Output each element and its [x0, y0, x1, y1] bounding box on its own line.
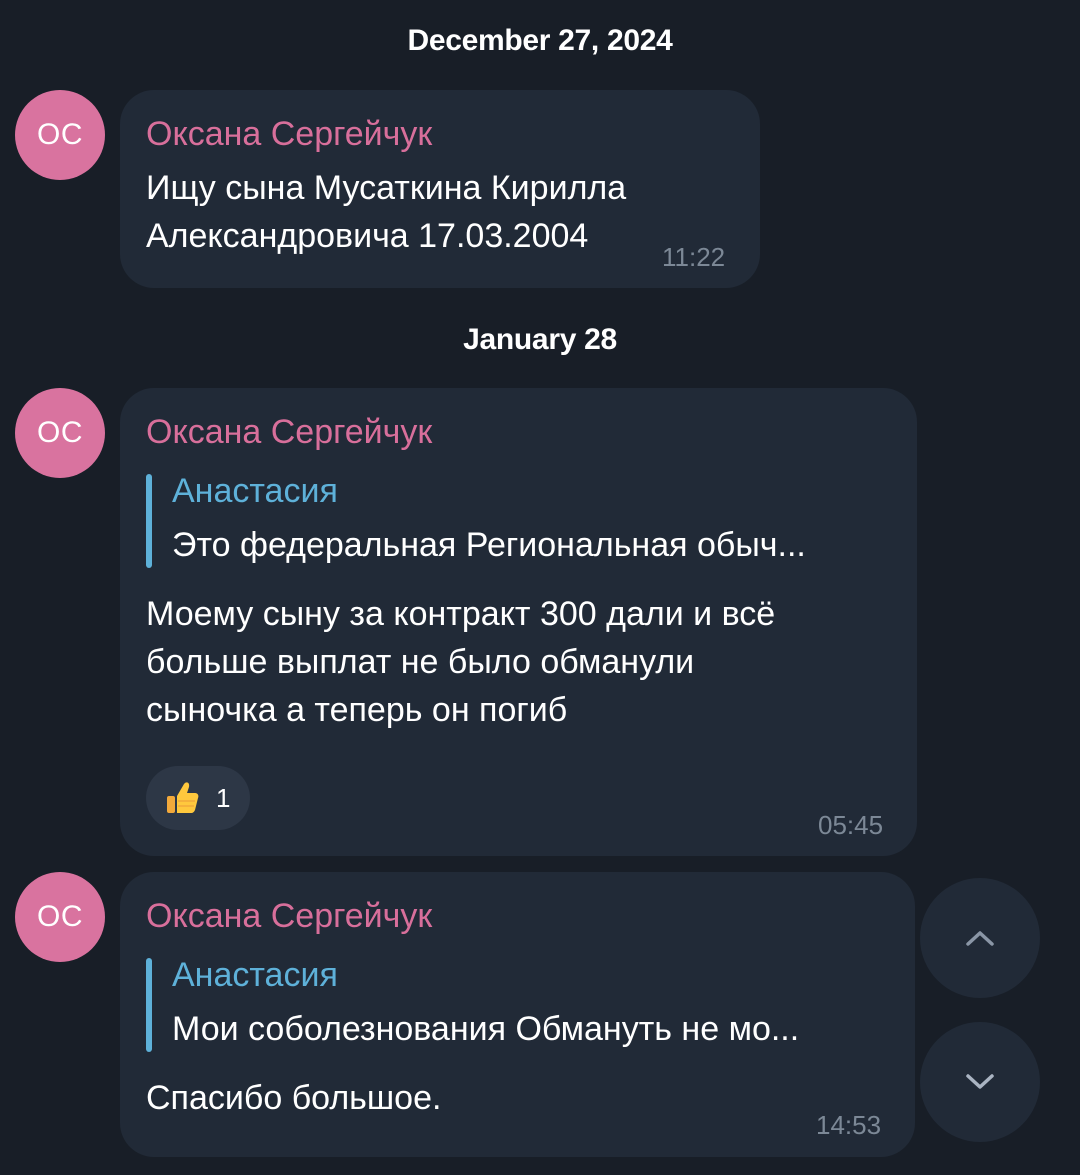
reaction-count: 1: [216, 782, 231, 813]
message-line: Александровича 17.03.2004: [146, 217, 589, 255]
thumbs-up-icon: [167, 782, 199, 813]
sender-name[interactable]: Оксана Сергейчук: [146, 410, 891, 454]
reply-quote[interactable]: Анастасия Это федеральная Региональная о…: [146, 468, 877, 568]
avatar[interactable]: OC: [15, 872, 105, 962]
message-bubble[interactable]: Оксана Сергейчук Ищу сына Мусаткина Кири…: [120, 90, 760, 288]
reply-text: Мои соболезнования Обмануть не мо...: [172, 1010, 800, 1048]
message-bubble[interactable]: Оксана Сергейчук Анастасия Мои соболезно…: [120, 872, 915, 1157]
message-bubble[interactable]: Оксана Сергейчук Анастасия Это федеральн…: [120, 388, 917, 856]
avatar[interactable]: OC: [15, 90, 105, 180]
reply-author: Анастасия: [172, 956, 338, 994]
date-separator: January 28: [463, 323, 617, 356]
message-line: сыночка а теперь он погиб: [146, 691, 568, 729]
scroll-up-button[interactable]: [920, 878, 1040, 998]
message-time: 05:45: [818, 810, 884, 840]
chevron-up-icon: [966, 931, 994, 946]
reply-text: Это федеральная Региональная обыч...: [172, 526, 806, 564]
reply-author: Анастасия: [172, 472, 338, 510]
scroll-down-button[interactable]: [920, 1022, 1040, 1142]
message-line: Ищу сына Мусаткина Кирилла: [146, 169, 627, 207]
reaction-chip[interactable]: 1: [146, 766, 250, 830]
reply-quote-bar: [146, 958, 152, 1052]
message-line: Спасибо большое.: [146, 1079, 442, 1117]
message-text: Ищу сына Мусаткина Кирилла Александрович…: [146, 164, 734, 260]
message-text: Спасибо большое.: [146, 1074, 889, 1122]
sender-name[interactable]: Оксана Сергейчук: [146, 112, 734, 156]
reply-quote-bar: [146, 474, 152, 568]
sender-name[interactable]: Оксана Сергейчук: [146, 894, 889, 938]
message-line: Моему сыну за контракт 300 дали и всё: [146, 595, 776, 633]
message-time: 11:22: [662, 242, 726, 272]
message-text: Моему сыну за контракт 300 дали и всё бо…: [146, 590, 891, 734]
message-line: больше выплат не было обманули: [146, 643, 695, 681]
chevron-down-icon: [966, 1074, 994, 1089]
reply-quote[interactable]: Анастасия Мои соболезнования Обмануть не…: [146, 952, 877, 1052]
avatar[interactable]: OC: [15, 388, 105, 478]
date-separator: December 27, 2024: [407, 24, 673, 57]
chat-view: December 27, 2024 OC Оксана Сергейчук Ищ…: [0, 0, 1080, 1175]
message-time: 14:53: [816, 1110, 882, 1140]
